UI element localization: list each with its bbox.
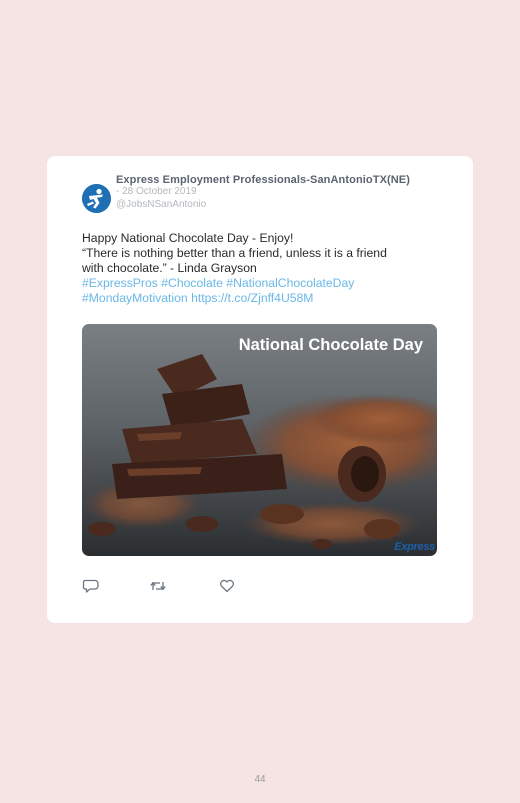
- author-name[interactable]: Express Employment Professionals-SanAnto…: [116, 174, 410, 186]
- tweet-image[interactable]: National Chocolate Day Express: [82, 324, 437, 556]
- image-caption-title: National Chocolate Day: [238, 336, 423, 354]
- chocolate-photo: [82, 324, 437, 556]
- reply-button[interactable]: [82, 578, 100, 594]
- hashtags-link[interactable]: #ExpressPros #Chocolate #NationalChocola…: [82, 276, 432, 291]
- like-button[interactable]: [218, 578, 236, 594]
- tweet-card: Express Employment Professionals-SanAnto…: [47, 156, 473, 623]
- retweet-button[interactable]: [149, 578, 167, 594]
- tweet-text: Happy National Chocolate Day - Enjoy! “T…: [82, 231, 432, 306]
- avatar[interactable]: [82, 184, 111, 213]
- page-number: 44: [254, 774, 266, 785]
- heart-icon: [220, 579, 234, 593]
- hashtag-url-link[interactable]: #MondayMotivation https://t.co/Zjnff4U58…: [82, 291, 432, 306]
- tweet-text-line: with chocolate.” - Linda Grayson: [82, 261, 257, 275]
- reply-icon: [82, 579, 99, 593]
- express-logo-icon: [82, 184, 111, 213]
- tweet-text-line: “There is nothing better than a friend, …: [82, 246, 387, 260]
- post-date: - 28 October 2019: [116, 186, 197, 197]
- author-handle[interactable]: @JobsNSanAntonio: [116, 199, 206, 210]
- tweet-text-line: Happy National Chocolate Day - Enjoy!: [82, 231, 294, 245]
- retweet-icon: [150, 581, 166, 591]
- image-brand-logo: Express: [394, 541, 435, 553]
